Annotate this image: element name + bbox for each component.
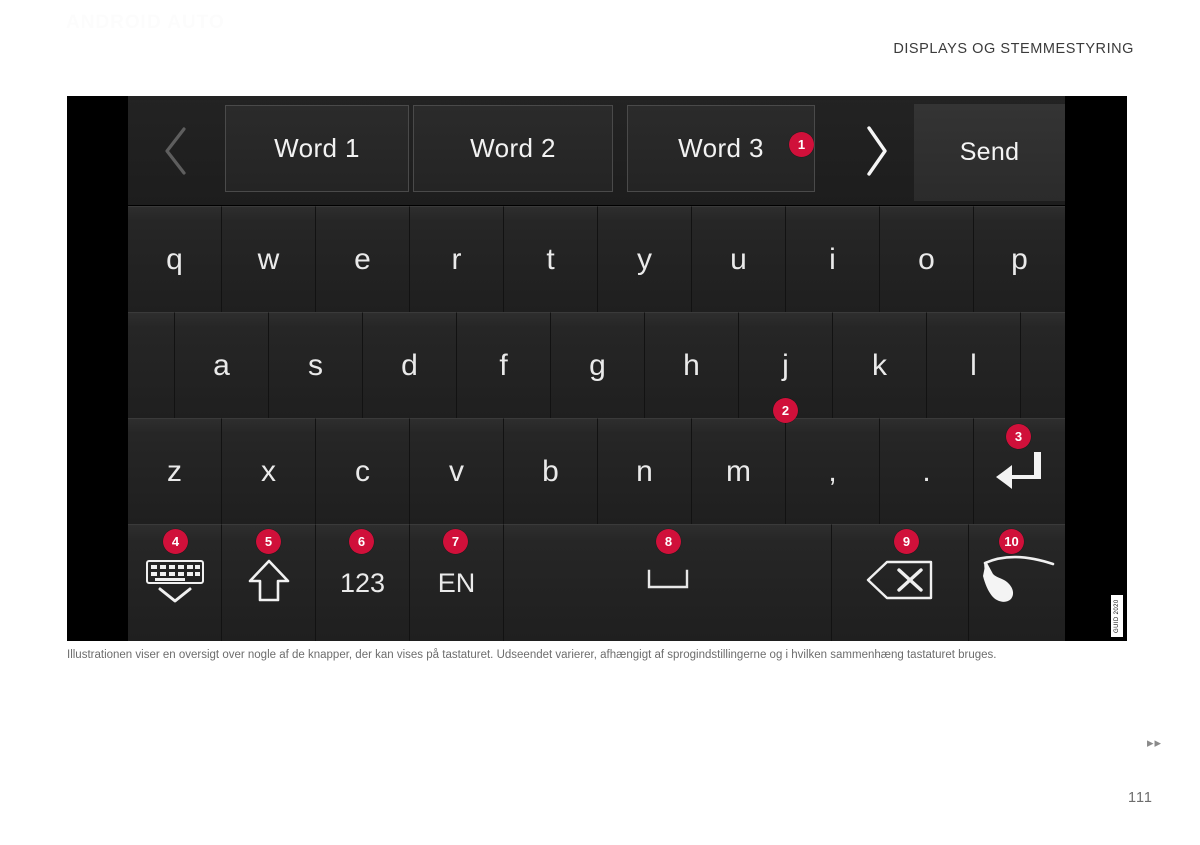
letter-key-l[interactable]: l bbox=[927, 312, 1021, 418]
letter-key-m[interactable]: m bbox=[692, 418, 786, 524]
word-suggestion-3[interactable]: Word 3 bbox=[627, 105, 815, 192]
send-button-label: Send bbox=[959, 138, 1020, 166]
callout-8: 8 bbox=[656, 529, 681, 554]
letter-key-k[interactable]: k bbox=[833, 312, 927, 418]
letter-key-f[interactable]: f bbox=[457, 312, 551, 418]
send-button[interactable]: Send bbox=[914, 104, 1065, 201]
word-suggestion-3-label: Word 3 bbox=[678, 133, 764, 163]
callout-2: 2 bbox=[773, 398, 798, 423]
running-header: DISPLAYS OG STEMMESTYRING bbox=[893, 41, 1134, 57]
letter-key-i[interactable]: i bbox=[786, 206, 880, 312]
page-number: 111 bbox=[1127, 790, 1153, 806]
letter-key-z[interactable]: z bbox=[128, 418, 222, 524]
callout-4: 4 bbox=[163, 529, 188, 554]
hide-keyboard-icon bbox=[144, 558, 206, 609]
letter-key-a[interactable]: a bbox=[175, 312, 269, 418]
letter-key-g[interactable]: g bbox=[551, 312, 645, 418]
enter-arrow-icon bbox=[994, 449, 1046, 495]
manual-page: ANDROID AUTO DISPLAYS OG STEMMESTYRING W… bbox=[0, 0, 1200, 845]
shift-arrow-icon bbox=[247, 558, 291, 609]
callout-6: 6 bbox=[349, 529, 374, 554]
keyboard-function-row: 123 EN 4 5 6 7 8 9 10 bbox=[128, 524, 1065, 641]
keyboard-row-1: q w e r t y u i o p bbox=[128, 206, 1065, 312]
letter-key-n[interactable]: n bbox=[598, 418, 692, 524]
callout-3: 3 bbox=[1006, 424, 1031, 449]
continuation-marker: ▸▸ bbox=[1146, 735, 1162, 750]
callout-1: 1 bbox=[789, 132, 814, 157]
letter-key-v[interactable]: v bbox=[410, 418, 504, 524]
handwriting-hand-icon bbox=[975, 554, 1059, 612]
letter-key-s[interactable]: s bbox=[269, 312, 363, 418]
letter-key-u[interactable]: u bbox=[692, 206, 786, 312]
next-suggestions-button[interactable] bbox=[828, 96, 924, 205]
row-2-right-spacer bbox=[1021, 312, 1065, 418]
letter-key-t[interactable]: t bbox=[504, 206, 598, 312]
word-suggestion-bar: Word 1 Word 2 Word 3 Send 1 bbox=[128, 96, 1065, 206]
letter-key-d[interactable]: d bbox=[363, 312, 457, 418]
letter-key-r[interactable]: r bbox=[410, 206, 504, 312]
callout-10: 10 bbox=[999, 529, 1024, 554]
callout-5: 5 bbox=[256, 529, 281, 554]
letter-key-o[interactable]: o bbox=[880, 206, 974, 312]
keyboard-row-2: a s d f g h j k l 2 bbox=[128, 312, 1065, 423]
numbers-key-label: 123 bbox=[339, 567, 386, 598]
language-key-label: EN bbox=[437, 567, 476, 598]
chevron-right-icon bbox=[860, 123, 892, 179]
keyboard-illustration: Word 1 Word 2 Word 3 Send 1 q w e r t y … bbox=[67, 96, 1127, 641]
keyboard-screen: Word 1 Word 2 Word 3 Send 1 q w e r t y … bbox=[128, 96, 1065, 641]
word-suggestion-1[interactable]: Word 1 bbox=[225, 105, 409, 192]
callout-7: 7 bbox=[443, 529, 468, 554]
row-2-left-spacer bbox=[128, 312, 175, 418]
letter-key-x[interactable]: x bbox=[222, 418, 316, 524]
letter-key-e[interactable]: e bbox=[316, 206, 410, 312]
letter-key-y[interactable]: y bbox=[598, 206, 692, 312]
illustration-id-code: GUID 2020 bbox=[1111, 595, 1123, 637]
letter-key-p[interactable]: p bbox=[974, 206, 1065, 312]
illustration-caption: Illustrationen viser en oversigt over no… bbox=[67, 649, 997, 661]
spacebar-icon bbox=[645, 567, 691, 599]
keyboard-row-3: z x c v b n m , . 3 bbox=[128, 418, 1065, 524]
word-suggestion-1-label: Word 1 bbox=[274, 133, 360, 163]
backspace-icon bbox=[865, 559, 935, 607]
chevron-left-icon bbox=[161, 125, 191, 177]
period-key[interactable]: . bbox=[880, 418, 974, 524]
letter-key-h[interactable]: h bbox=[645, 312, 739, 418]
previous-suggestions-button[interactable] bbox=[128, 96, 224, 205]
word-suggestion-2-label: Word 2 bbox=[470, 133, 556, 163]
letter-key-c[interactable]: c bbox=[316, 418, 410, 524]
comma-key[interactable]: , bbox=[786, 418, 880, 524]
letter-key-q[interactable]: q bbox=[128, 206, 222, 312]
letter-key-b[interactable]: b bbox=[504, 418, 598, 524]
callout-9: 9 bbox=[894, 529, 919, 554]
letter-key-w[interactable]: w bbox=[222, 206, 316, 312]
page-watermark: ANDROID AUTO bbox=[66, 12, 225, 33]
word-suggestion-2[interactable]: Word 2 bbox=[413, 105, 613, 192]
